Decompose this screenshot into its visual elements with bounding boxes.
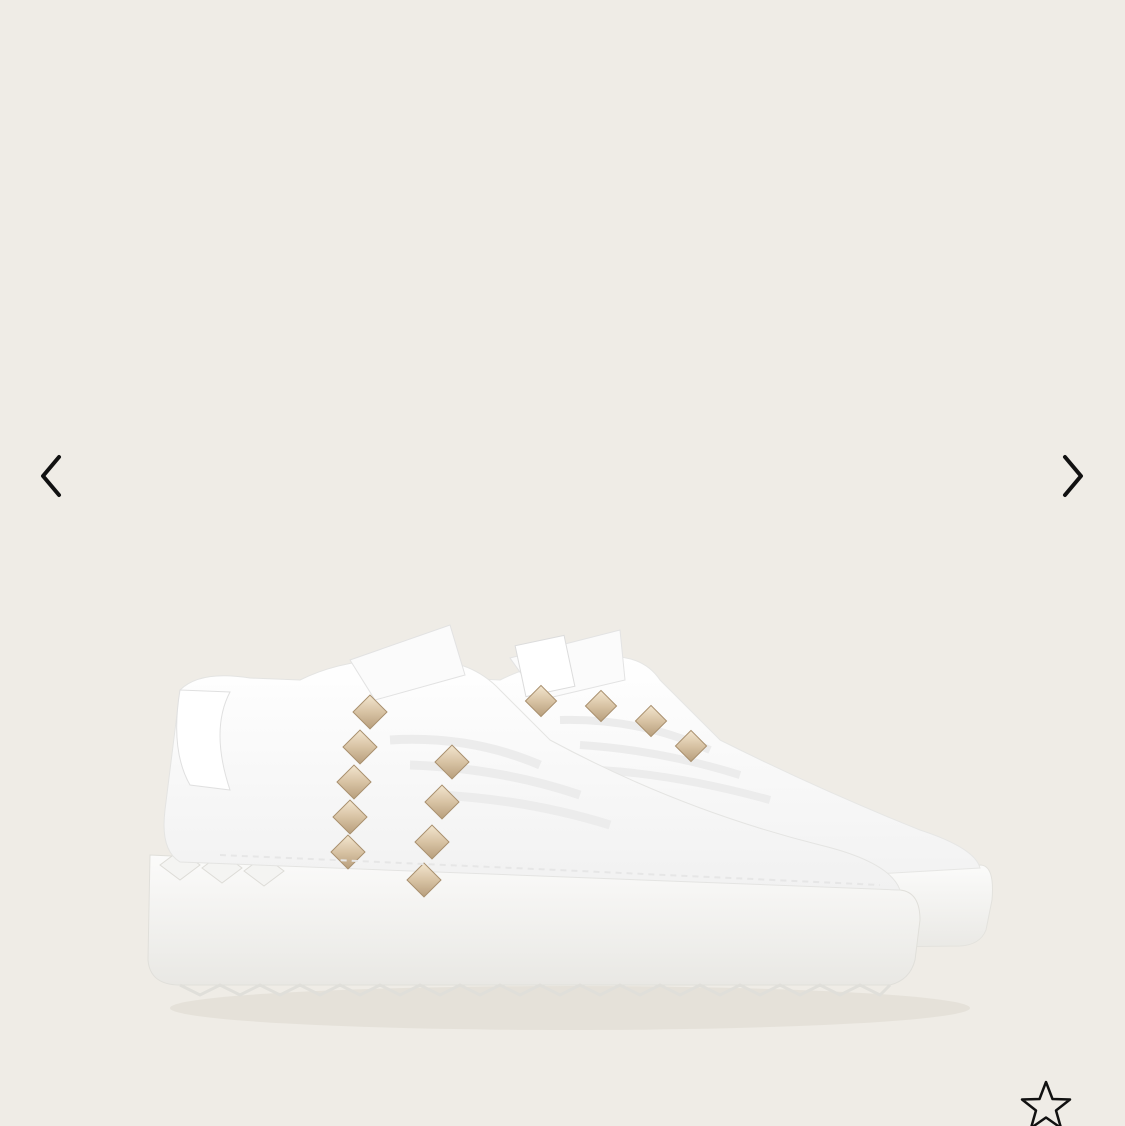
star-outline-icon bbox=[1020, 1080, 1072, 1126]
chevron-right-icon bbox=[1063, 455, 1083, 497]
favorite-button[interactable] bbox=[1014, 1078, 1078, 1126]
next-image-button[interactable] bbox=[1048, 448, 1096, 504]
product-image bbox=[147, 624, 993, 1030]
product-image-viewer bbox=[0, 0, 1125, 1126]
chevron-left-icon bbox=[41, 455, 61, 497]
previous-image-button[interactable] bbox=[28, 448, 76, 504]
